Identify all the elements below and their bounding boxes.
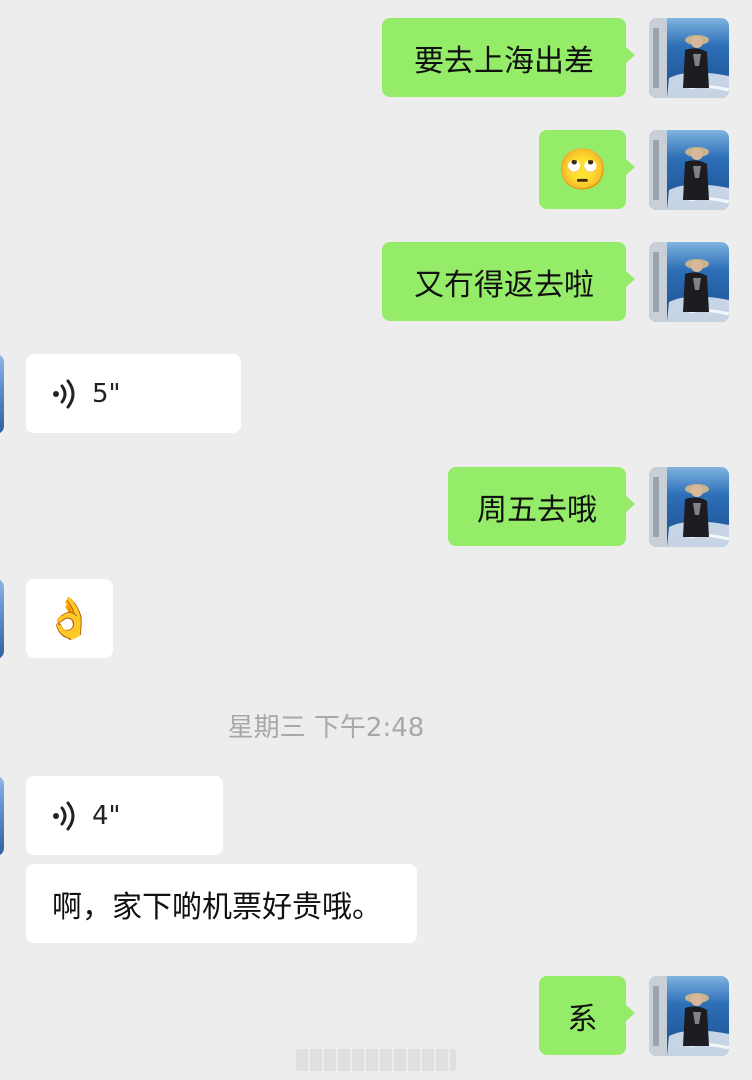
- contact-avatar[interactable]: [0, 776, 4, 856]
- user-avatar[interactable]: [649, 242, 729, 322]
- watermark: [296, 1049, 456, 1071]
- outgoing-message-bubble[interactable]: 又冇得返去啦: [382, 242, 635, 321]
- outgoing-message-bubble[interactable]: 要去上海出差: [382, 18, 635, 97]
- incoming-voice-message[interactable]: 5": [26, 354, 241, 433]
- user-avatar[interactable]: [649, 130, 729, 210]
- voice-wave-icon: [53, 379, 75, 408]
- voice-duration: 4": [92, 800, 121, 831]
- avatar-image: [649, 976, 729, 1056]
- message-text: 又冇得返去啦: [414, 267, 594, 303]
- voice-duration: 5": [92, 378, 121, 409]
- incoming-message-bubble[interactable]: 👌: [26, 579, 113, 658]
- avatar-image: [649, 467, 729, 547]
- user-avatar[interactable]: [649, 467, 729, 547]
- message-text: 系: [567, 1001, 598, 1037]
- ok-hand-emoji-icon: 👌: [44, 595, 95, 642]
- chat-timestamp: 星期三 下午2:48: [227, 713, 425, 743]
- eye-roll-emoji-icon: 🙄: [557, 146, 608, 193]
- message-text: 啊，家下啲机票好贵哦。: [52, 889, 382, 925]
- outgoing-message-bubble[interactable]: 🙄: [539, 130, 635, 209]
- avatar-image: [649, 242, 729, 322]
- avatar-image: [649, 18, 729, 98]
- avatar-image: [649, 130, 729, 210]
- user-avatar[interactable]: [649, 976, 729, 1056]
- outgoing-message-bubble[interactable]: 系: [539, 976, 635, 1055]
- user-avatar[interactable]: [649, 18, 729, 98]
- contact-avatar[interactable]: [0, 579, 4, 659]
- incoming-message-bubble[interactable]: 啊，家下啲机票好贵哦。: [26, 864, 417, 943]
- voice-wave-icon: [53, 801, 75, 830]
- message-text: 要去上海出差: [414, 43, 594, 79]
- message-text: 周五去哦: [477, 492, 597, 528]
- outgoing-message-bubble[interactable]: 周五去哦: [448, 467, 635, 546]
- incoming-voice-message[interactable]: 4": [26, 776, 223, 855]
- contact-avatar[interactable]: [0, 354, 4, 434]
